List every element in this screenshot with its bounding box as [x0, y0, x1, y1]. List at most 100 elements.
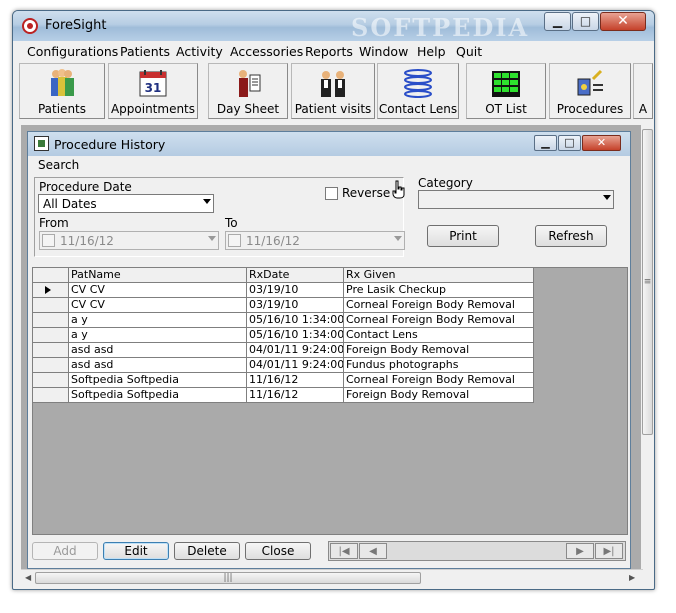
- toolbar-procedures-button[interactable]: Procedures: [549, 63, 631, 119]
- from-date-picker[interactable]: 11/16/12: [39, 231, 219, 250]
- foresight-window: ForeSight SOFTPEDIA ▁ □ ✕ Configurations…: [12, 10, 655, 590]
- toolbar-patients-label: Patients: [37, 102, 87, 116]
- procedure-history-window: Procedure History ▁ □ ✕ Search Procedure…: [27, 131, 631, 569]
- edit-button[interactable]: Edit: [103, 542, 169, 560]
- table-cell[interactable]: 11/16/12: [247, 373, 344, 388]
- print-button[interactable]: Print: [427, 225, 499, 247]
- procedures-icon: [577, 69, 603, 96]
- row-selector[interactable]: [33, 358, 69, 373]
- prev-record-button[interactable]: ◀: [359, 543, 387, 559]
- table-cell[interactable]: Softpedia Softpedia: [69, 373, 247, 388]
- toolbar-patient-visits-button[interactable]: Patient visits: [291, 63, 375, 119]
- table-cell[interactable]: Contact Lens: [344, 328, 534, 343]
- table-cell[interactable]: 04/01/11 9:24:00 F: [247, 343, 344, 358]
- toolbar-more-button[interactable]: A: [633, 63, 653, 119]
- toolbar-appointments-button[interactable]: 31 Appointments: [108, 63, 198, 119]
- procedure-history-icon: [34, 136, 49, 151]
- next-record-button[interactable]: ▶: [566, 543, 594, 559]
- table-cell[interactable]: 05/16/10 1:34:00 F: [247, 313, 344, 328]
- minimize-button[interactable]: ▁: [544, 12, 571, 31]
- table-cell[interactable]: Foreign Body Removal: [344, 343, 534, 358]
- procedure-grid[interactable]: PatName RxDate Rx Given CV CV 03/19/10 Pre La…: [32, 267, 628, 535]
- chevron-down-icon: [394, 236, 402, 241]
- toolbar-day-sheet-button[interactable]: Day Sheet: [208, 63, 288, 119]
- menu-accessories[interactable]: Accessories: [230, 44, 303, 59]
- menu-quit[interactable]: Quit: [456, 44, 482, 59]
- scroll-right-icon[interactable]: ▶: [629, 573, 635, 582]
- table-cell[interactable]: Corneal Foreign Body Removal: [344, 373, 534, 388]
- table-cell[interactable]: 03/19/10: [247, 298, 344, 313]
- table-cell[interactable]: Foreign Body Removal: [344, 388, 534, 403]
- next-record-icon: ▶: [576, 546, 584, 557]
- table-cell[interactable]: CV CV: [69, 283, 247, 298]
- child-close-button[interactable]: ✕: [582, 135, 621, 151]
- reverse-checkbox[interactable]: [325, 187, 338, 200]
- scroll-left-icon[interactable]: ◀: [25, 573, 31, 582]
- menu-patients[interactable]: Patients: [120, 44, 170, 59]
- vertical-scroll-thumb[interactable]: ≡: [642, 129, 653, 435]
- vertical-scrollbar[interactable]: ≡: [641, 125, 654, 569]
- table-cell[interactable]: Pre Lasik Checkup: [344, 283, 534, 298]
- toolbar-contact-lens-button[interactable]: Contact Lens: [377, 63, 459, 119]
- table-cell[interactable]: Softpedia Softpedia: [69, 388, 247, 403]
- table-cell[interactable]: Corneal Foreign Body Removal: [344, 313, 534, 328]
- menu-activity[interactable]: Activity: [176, 44, 223, 59]
- menu-window[interactable]: Window: [359, 44, 408, 59]
- child-maximize-button[interactable]: □: [558, 135, 581, 151]
- category-select[interactable]: [418, 190, 614, 209]
- table-cell[interactable]: CV CV: [69, 298, 247, 313]
- maximize-button[interactable]: □: [572, 12, 599, 31]
- menu-reports[interactable]: Reports: [305, 44, 353, 59]
- title-bar[interactable]: ForeSight SOFTPEDIA ▁ □ ✕: [13, 11, 654, 42]
- table-cell[interactable]: Corneal Foreign Body Removal: [344, 298, 534, 313]
- row-selector[interactable]: [33, 313, 69, 328]
- add-button[interactable]: Add: [32, 542, 98, 560]
- table-cell[interactable]: a y: [69, 313, 247, 328]
- minimize-icon: ▁: [552, 14, 563, 28]
- menu-help[interactable]: Help: [417, 44, 446, 59]
- mdi-area: Procedure History ▁ □ ✕ Search Procedure…: [21, 125, 643, 569]
- column-header[interactable]: RxDate: [247, 268, 344, 283]
- table-cell[interactable]: 05/16/10 1:34:00 F: [247, 328, 344, 343]
- close-button[interactable]: Close: [245, 542, 311, 560]
- toolbar-patients-button[interactable]: Patients: [19, 63, 105, 119]
- table-cell[interactable]: 11/16/12: [247, 388, 344, 403]
- delete-button[interactable]: Delete: [174, 542, 240, 560]
- first-record-button[interactable]: |◀: [330, 543, 358, 559]
- row-selector[interactable]: [33, 388, 69, 403]
- table-cell[interactable]: asd asd: [69, 343, 247, 358]
- column-header[interactable]: PatName: [69, 268, 247, 283]
- from-date-checkbox[interactable]: [42, 234, 55, 247]
- column-header[interactable]: Rx Given: [344, 268, 534, 283]
- close-window-button[interactable]: ✕: [600, 12, 646, 31]
- search-label: Search: [38, 158, 80, 172]
- procedure-date-select[interactable]: All Dates: [38, 194, 214, 213]
- patients-icon: [51, 69, 74, 96]
- maximize-icon: □: [579, 14, 592, 28]
- horizontal-scroll-thumb[interactable]: |||: [35, 572, 421, 584]
- to-date-picker[interactable]: 11/16/12: [225, 231, 405, 250]
- table-cell[interactable]: 03/19/10: [247, 283, 344, 298]
- child-minimize-button[interactable]: ▁: [534, 135, 557, 151]
- row-selector[interactable]: [33, 373, 69, 388]
- last-record-button[interactable]: ▶|: [595, 543, 623, 559]
- menu-configurations[interactable]: Configurations: [27, 44, 118, 59]
- minimize-icon: ▁: [541, 136, 550, 149]
- table-cell[interactable]: Fundus photographs: [344, 358, 534, 373]
- row-selector[interactable]: [33, 283, 69, 298]
- table-cell[interactable]: asd asd: [69, 358, 247, 373]
- horizontal-scrollbar[interactable]: ◀ ||| ▶: [21, 569, 643, 586]
- row-selector[interactable]: [33, 298, 69, 313]
- refresh-button[interactable]: Refresh: [535, 225, 607, 247]
- table-cell[interactable]: 04/01/11 9:24:00 F: [247, 358, 344, 373]
- to-date-checkbox[interactable]: [228, 234, 241, 247]
- row-selector[interactable]: [33, 328, 69, 343]
- toolbar-ot-list-button[interactable]: OT List: [466, 63, 546, 119]
- pointing-hand-icon[interactable]: [390, 180, 406, 200]
- row-selector[interactable]: [33, 343, 69, 358]
- app-eye-icon: [22, 18, 38, 34]
- table-cell[interactable]: a y: [69, 328, 247, 343]
- grip-icon: ≡: [643, 277, 652, 287]
- search-panel: Search Procedure Date All Dates Reverse …: [34, 158, 626, 262]
- procedure-history-title-bar[interactable]: Procedure History ▁ □ ✕: [28, 132, 630, 156]
